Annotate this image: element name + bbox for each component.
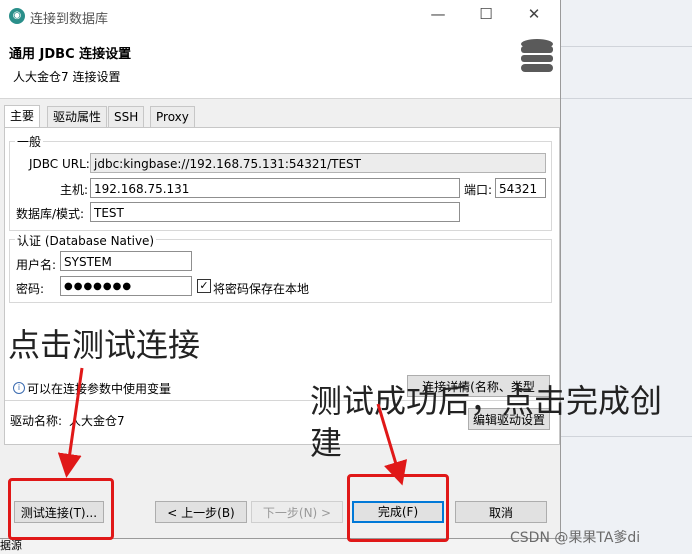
jdbc-url-label: JDBC URL: <box>29 157 90 171</box>
tab-ssh[interactable]: SSH <box>108 106 145 127</box>
cancel-button[interactable]: 取消 <box>455 501 547 523</box>
title-bar: ◉ 连接到数据库 — ☐ ✕ <box>0 0 560 32</box>
close-button[interactable]: ✕ <box>524 5 544 23</box>
general-legend: 一般 <box>15 133 44 150</box>
tab-proxy[interactable]: Proxy <box>150 106 195 127</box>
connect-database-dialog: ◉ 连接到数据库 — ☐ ✕ 通用 JDBC 连接设置 人大金仓7 连接设置 主… <box>0 0 561 539</box>
auth-legend: 认证 (Database Native) <box>15 232 157 249</box>
back-button[interactable]: < 上一步(B) <box>155 501 247 523</box>
minimize-button[interactable]: — <box>428 5 448 23</box>
port-label: 端口: <box>464 183 493 197</box>
background-divider <box>560 436 692 437</box>
header-title: 通用 JDBC 连接设置 <box>9 47 132 62</box>
jdbc-url-field[interactable]: jdbc:kingbase://192.168.75.131:54321/TES… <box>90 153 546 173</box>
annotation-after-success-line2: 建 <box>310 424 343 462</box>
background-window <box>560 0 692 554</box>
save-password-label: 将密码保存在本地 <box>213 282 310 296</box>
password-field[interactable]: ●●●●●●● <box>60 276 192 296</box>
watermark: CSDN @果果TA爹di <box>510 530 641 546</box>
next-button[interactable]: 下一步(N) > <box>251 501 343 523</box>
driver-name-label: 驱动名称: <box>10 414 63 428</box>
tab-driver-properties[interactable]: 驱动属性 <box>47 106 108 127</box>
database-field[interactable]: TEST <box>90 202 460 222</box>
host-field[interactable]: 192.168.75.131 <box>90 178 460 198</box>
annotation-box-test-button <box>8 478 114 540</box>
dialog-header: 通用 JDBC 连接设置 人大金仓7 连接设置 <box>0 32 560 99</box>
maximize-button[interactable]: ☐ <box>476 5 496 23</box>
save-password-checkbox[interactable]: ✓ <box>197 279 211 293</box>
tab-main[interactable]: 主要 <box>4 105 41 128</box>
username-label: 用户名: <box>16 258 57 272</box>
driver-name-value: 人大金仓7 <box>69 414 125 428</box>
window-title: 连接到数据库 <box>30 12 109 27</box>
port-field[interactable]: 54321 <box>495 178 546 198</box>
annotation-click-test: 点击测试连接 <box>8 326 201 364</box>
background-divider <box>560 46 692 47</box>
background-divider <box>560 98 692 99</box>
host-label: 主机: <box>60 183 89 197</box>
annotation-box-finish-button <box>347 474 449 542</box>
dbeaver-logo-icon: ◉ <box>9 8 25 24</box>
header-subtitle: 人大金仓7 连接设置 <box>13 70 121 84</box>
info-icon: i <box>13 382 25 394</box>
annotation-after-success-line1: 测试成功后，点击完成创 <box>310 382 663 420</box>
database-label: 数据库/模式: <box>16 207 85 221</box>
username-field[interactable]: SYSTEM <box>60 251 192 271</box>
variables-info-text: 可以在连接参数中使用变量 <box>27 382 172 396</box>
database-icon <box>521 39 553 72</box>
password-label: 密码: <box>16 282 45 296</box>
